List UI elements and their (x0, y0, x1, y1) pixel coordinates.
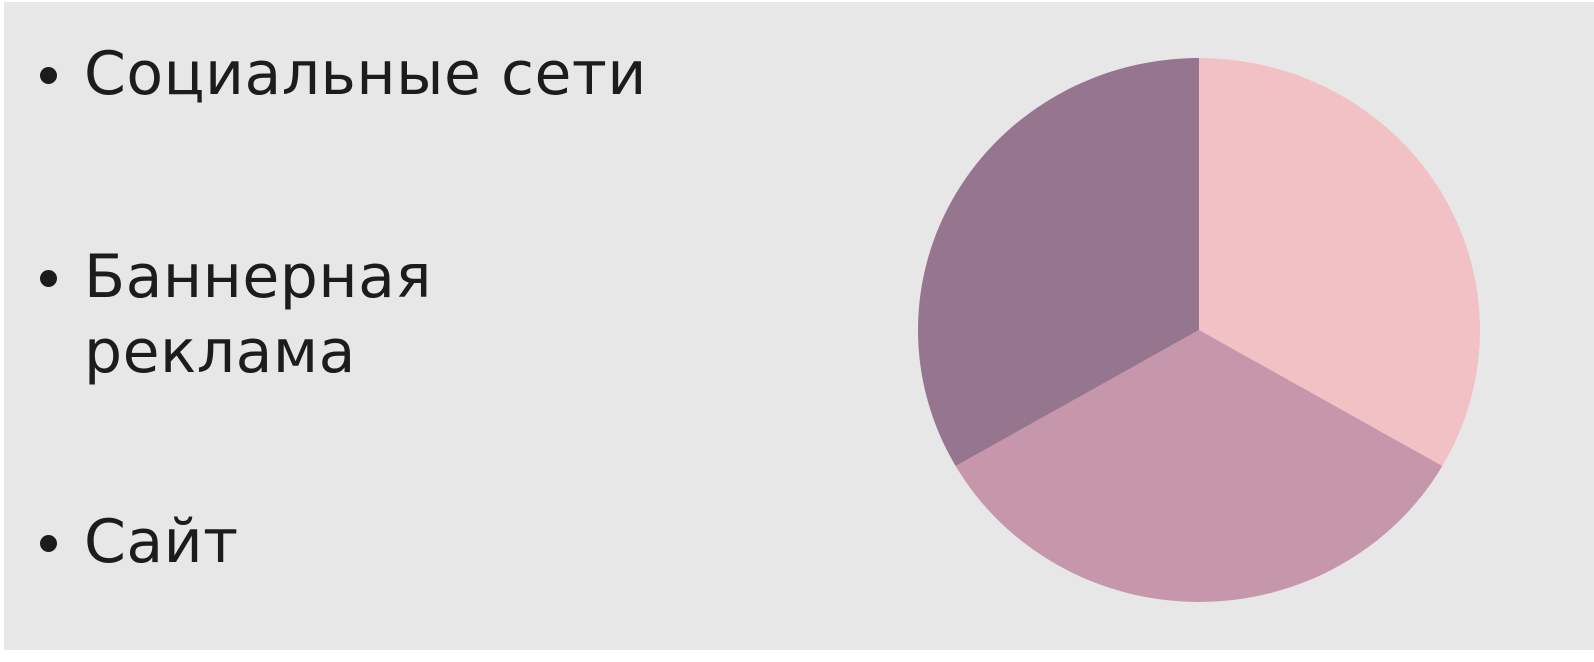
pie-chart-container (4, 2, 1594, 650)
pie-chart (918, 58, 1480, 602)
slide: Социальные сети Баннерная реклама Сайт (4, 2, 1594, 650)
